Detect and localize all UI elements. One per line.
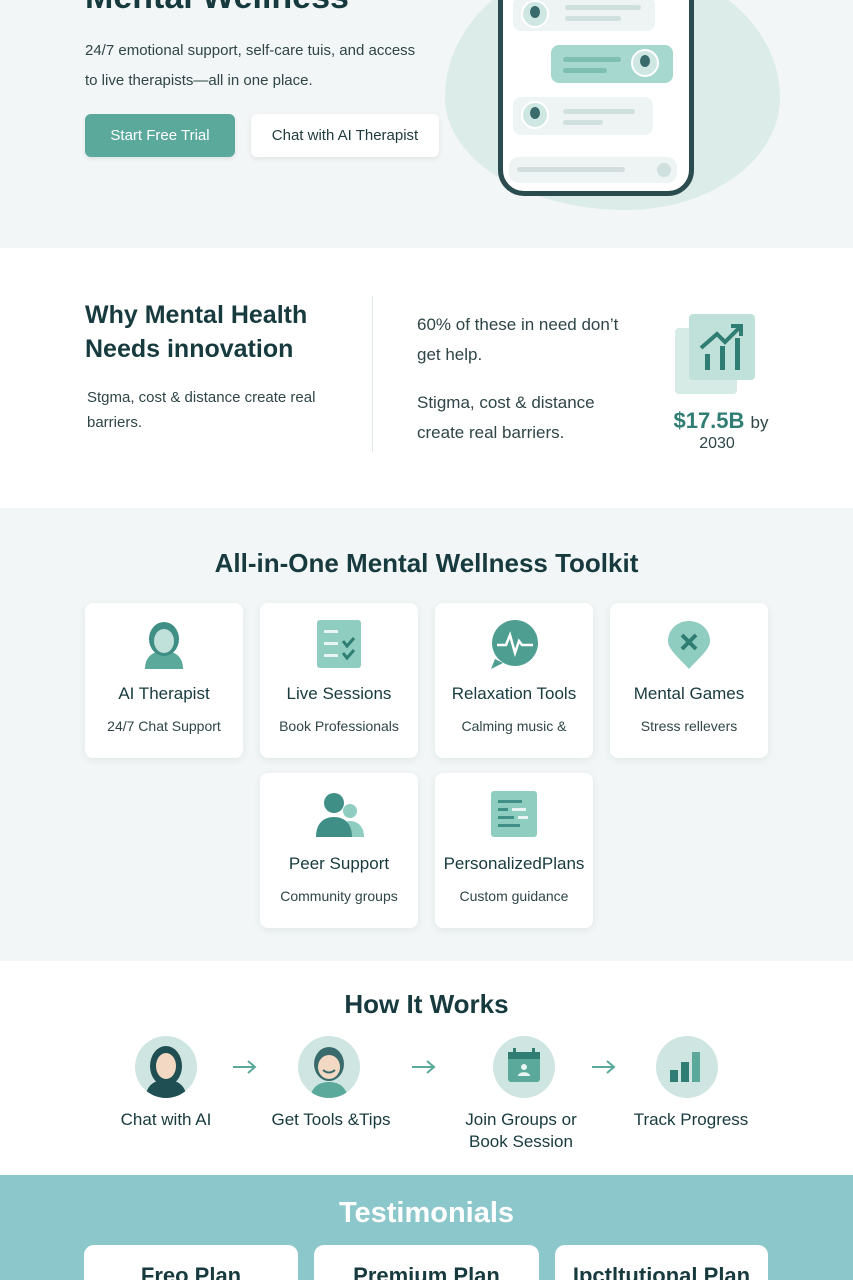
arrow-right-icon: [412, 1060, 436, 1074]
chat-with-ai-therapist-button[interactable]: Chat with AI Therapist: [251, 114, 439, 157]
card-ai-therapist[interactable]: AI Therapist 24/7 Chat Support: [85, 603, 243, 758]
avatar: [631, 49, 659, 77]
hero-section: Mental Wellness 24/7 emotional support, …: [0, 0, 853, 248]
step-label: Join Groups or Book Session: [465, 1110, 577, 1151]
card-title: Live Sessions: [286, 684, 392, 703]
card-mental-games[interactable]: Mental Games Stress rellevers: [610, 603, 768, 758]
chat-bubble-outgoing: [551, 45, 673, 83]
card-title: Mental Games: [633, 684, 745, 703]
send-icon: [657, 163, 671, 177]
game-pin-icon: [668, 621, 710, 669]
how-it-works-title: How It Works: [344, 989, 509, 1019]
plan-card-premium[interactable]: Premium Plan: [314, 1245, 539, 1280]
plan-title: Ipctltutional Plan: [572, 1263, 751, 1280]
card-title: Relaxation Tools: [451, 684, 577, 703]
message-line: [563, 109, 635, 114]
card-title: AI Therapist: [118, 684, 210, 703]
testimonials-title: Testimonials: [338, 1197, 515, 1229]
card-subtitle: Book Professionals: [279, 718, 399, 734]
card-title: Peer Support: [288, 854, 390, 873]
avatar: [521, 0, 549, 28]
therapist-avatar-icon: [145, 622, 183, 669]
checklist-icon: [317, 620, 361, 668]
message-line: [563, 68, 607, 73]
people-icon: [316, 793, 364, 837]
toolkit-section: All-in-One Mental Wellness Toolkit AI Th…: [0, 508, 853, 961]
stat-barriers: Stigma, cost & distance create real barr…: [417, 393, 595, 442]
smiling-person-icon: [298, 1036, 360, 1098]
heartbeat-chat-icon: [491, 620, 538, 669]
hero-subtitle: 24/7 emotional support, self-care tuis, …: [85, 42, 416, 89]
testimonials-section: Testimonials Freo Plan Premium Plan Ipct…: [0, 1175, 853, 1280]
card-relaxation-tools[interactable]: Relaxation Tools Calming music &: [435, 603, 593, 758]
card-subtitle: Stress rellevers: [640, 718, 738, 734]
step-label: Track Progress: [633, 1110, 749, 1129]
step-label: Get Tools &Tips: [271, 1110, 391, 1129]
why-title: Why Mental Health Needs innovation: [85, 301, 308, 363]
market-year: 2030: [699, 435, 735, 452]
market-value-number: $17.5B: [673, 408, 745, 433]
card-subtitle: Custom guidance: [459, 888, 569, 904]
card-live-sessions[interactable]: Live Sessions Book Professionals: [260, 603, 418, 758]
arrow-right-icon: [592, 1060, 616, 1074]
stat-help-gap: 60% of these in need don’t get help.: [417, 315, 619, 364]
growth-chart-icon: [675, 314, 755, 394]
plan-title: Premium Plan: [353, 1263, 500, 1280]
phone-mockup: [498, 0, 694, 196]
avatar: [521, 101, 549, 129]
divider: [372, 296, 373, 452]
plan-card-institutional[interactable]: Ipctltutional Plan: [555, 1245, 768, 1280]
start-free-trial-button[interactable]: Start Free Trial: [85, 114, 235, 157]
chat-bubble-incoming: [513, 97, 653, 135]
chat-bubble-incoming: [513, 0, 655, 31]
toolkit-title: All-in-One Mental Wellness Toolkit: [214, 548, 639, 578]
arrow-right-icon: [233, 1060, 257, 1074]
card-subtitle: Community groups: [280, 888, 398, 904]
market-value-by: by: [750, 413, 769, 432]
message-line: [563, 120, 603, 125]
card-personalized-plans[interactable]: PersonalizedPlans Custom guidance: [435, 773, 593, 928]
plan-title: Freo Plan: [140, 1263, 242, 1280]
chat-input-bar: [509, 157, 677, 183]
message-line: [563, 57, 621, 62]
how-it-works-section: How It Works Chat with AI Get Tools &Tip…: [0, 961, 853, 1175]
calendar-icon: [493, 1036, 555, 1098]
bar-chart-icon: [656, 1036, 718, 1098]
step-label: Chat with AI: [120, 1110, 212, 1129]
input-placeholder-line: [517, 167, 625, 172]
woman-avatar-icon: [135, 1036, 197, 1098]
card-peer-support[interactable]: Peer Support Community groups: [260, 773, 418, 928]
plan-document-icon: [491, 791, 537, 837]
card-title: PersonalizedPlans: [443, 854, 585, 873]
why-section: Why Mental Health Needs innovation Stgma…: [0, 248, 853, 508]
message-line: [565, 5, 641, 10]
card-subtitle: Calming music &: [461, 718, 567, 734]
message-line: [565, 16, 621, 21]
card-subtitle: 24/7 Chat Support: [107, 718, 221, 734]
market-size-value: $17.5B by: [666, 408, 776, 434]
plan-card-free[interactable]: Freo Plan: [84, 1245, 298, 1280]
hero-title: Mental Wellness: [85, 0, 349, 17]
why-description: Stgma, cost & distance create real barri…: [87, 389, 316, 431]
